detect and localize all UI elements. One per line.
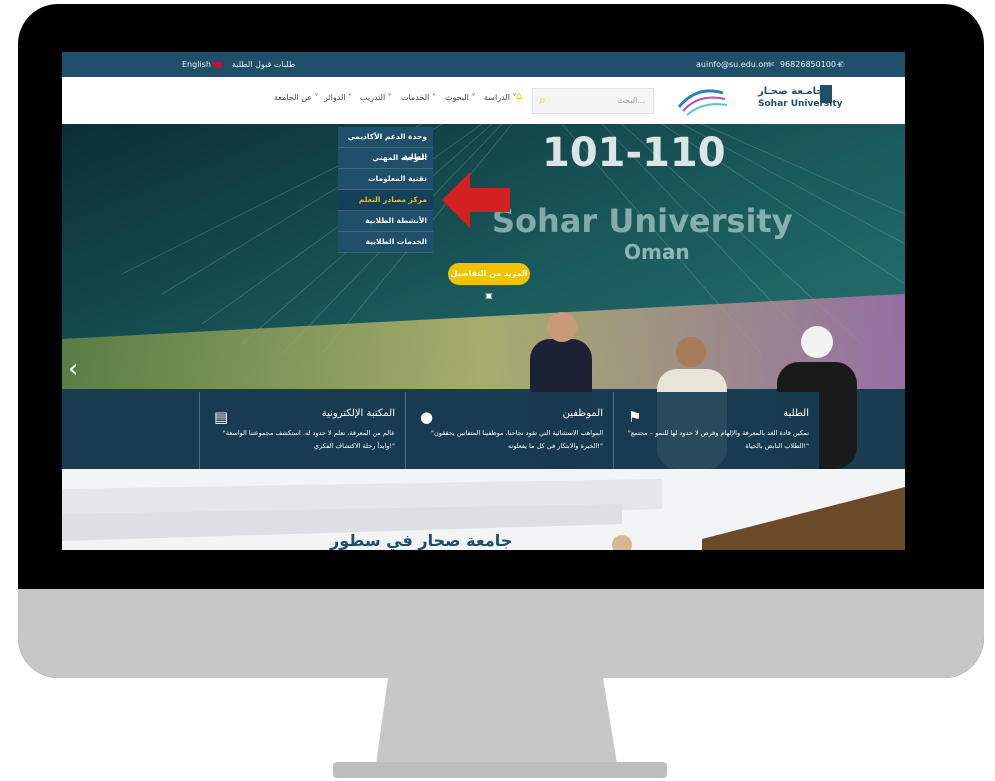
dropdown-item-learning-resources[interactable]: مركز مصادر التعلم: [338, 190, 433, 211]
card-library-title: المكتبة الإلكترونية: [321, 408, 395, 419]
card-library-desc: "عالم من المعرفة، تعلم لا حدود له. استكش…: [222, 429, 395, 450]
monitor-bezel: English طلبات قبول الطلبة auinfo@su.edu.…: [18, 4, 984, 678]
admission-link[interactable]: طلبات قبول الطلبة: [232, 60, 295, 69]
search-placeholder: البحث...: [617, 96, 645, 105]
university-watermark: Sohar University: [492, 202, 793, 240]
about-section: جامعة صحار في سطور: [62, 469, 905, 550]
university-logo-icon: [820, 85, 832, 103]
card-library[interactable]: ▤ المكتبة الإلكترونية "عالم من المعرفة، …: [199, 392, 405, 469]
card-staff-desc: "المواهب الاستثنائية التي تقود نجاحنا، م…: [430, 429, 603, 450]
card-staff-title: الموظفين: [562, 408, 603, 419]
card-students-desc: "تمكين قادة الغد بالمعرفة والإلهام وفرص …: [627, 429, 809, 450]
nav-item-training[interactable]: التدريب ˅: [360, 93, 392, 102]
card-students[interactable]: ⚑ الطلبة "تمكين قادة الغد بالمعرفة والإل…: [613, 392, 819, 469]
country-watermark: Oman: [624, 240, 690, 264]
calendar-icon: ▣: [485, 291, 493, 300]
email-icon: ✉: [768, 60, 775, 69]
logo-arabic: جامـعة صحـار: [758, 86, 824, 97]
carousel-prev-arrow[interactable]: ‹: [68, 354, 78, 384]
accreditation-logo: [677, 89, 728, 116]
nav-item-study[interactable]: الدراسة ˅: [484, 93, 516, 102]
ranking-text: 101-110: [542, 130, 726, 176]
book-icon: ▤: [214, 408, 229, 426]
uk-flag-icon: [213, 61, 223, 68]
dropdown-item-career-guidance[interactable]: التوجيه المهني: [338, 148, 433, 169]
section-heading: جامعة صحار في سطور: [330, 531, 513, 550]
phone-icon: ✆: [838, 60, 845, 69]
email-text[interactable]: auinfo@su.edu.om: [696, 60, 771, 69]
browser-screen: English طلبات قبول الطلبة auinfo@su.edu.…: [62, 52, 905, 550]
language-link[interactable]: English: [182, 60, 223, 69]
main-navbar: عن الجامعة ˅ الدوائر ˅ التدريب ˅ الخدمات…: [62, 77, 905, 124]
graduate-icon: ⚑: [628, 408, 642, 426]
user-icon: ●: [420, 408, 434, 426]
search-icon[interactable]: ⌕: [539, 93, 546, 108]
nav-item-departments[interactable]: الدوائر ˅: [324, 93, 352, 102]
dropdown-item-academic-support[interactable]: وحدة الدعم الأكاديمي للطلبة: [338, 127, 433, 161]
card-staff[interactable]: ● الموظفين "المواهب الاستثنائية التي تقو…: [405, 392, 613, 469]
red-pointer-arrow-icon: [442, 172, 510, 228]
nav-item-services[interactable]: الخدمات ˅: [401, 93, 436, 102]
nav-item-research[interactable]: البحوث ˅: [445, 93, 475, 102]
monitor-chin: [18, 589, 984, 678]
dropdown-item-student-activities[interactable]: الأنشطة الطلابية: [338, 211, 433, 232]
top-utility-bar: English طلبات قبول الطلبة auinfo@su.edu.…: [62, 52, 905, 77]
search-box[interactable]: ⌕ البحث...: [532, 88, 654, 114]
card-students-title: الطلبة: [783, 408, 809, 419]
dropdown-item-student-services[interactable]: الخدمات الطلابية: [338, 232, 433, 253]
nav-item-about[interactable]: عن الجامعة ˅: [274, 93, 319, 102]
home-icon[interactable]: ⌂: [516, 91, 522, 102]
services-dropdown-menu: وحدة الدعم الأكاديمي للطلبة التوجيه المه…: [338, 127, 433, 253]
phone-text[interactable]: 96826850100+: [780, 60, 843, 69]
more-details-button[interactable]: المزيد من التفاصيل ▣: [448, 263, 530, 300]
dropdown-item-it[interactable]: تقنية المعلومات: [338, 169, 433, 190]
